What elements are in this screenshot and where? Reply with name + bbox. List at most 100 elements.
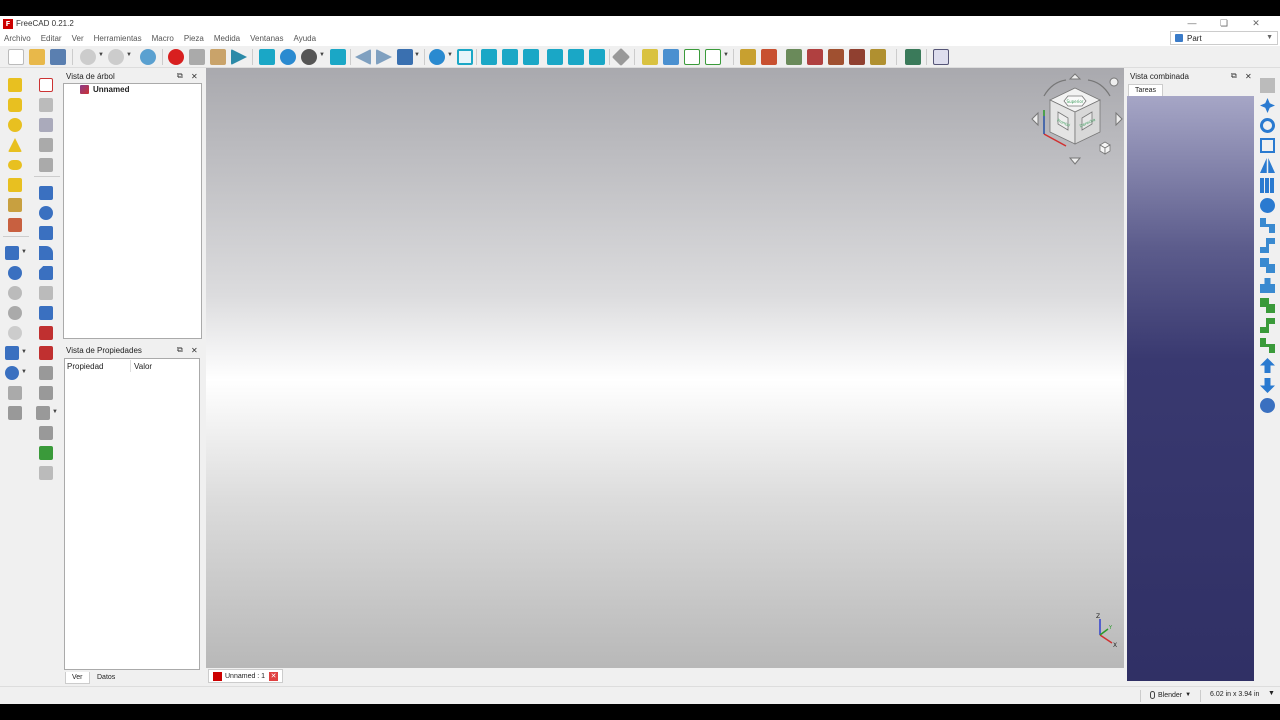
save-icon[interactable]: [50, 49, 66, 65]
link-tool-5-icon[interactable]: [1260, 298, 1275, 313]
undock-icon[interactable]: ⧉: [177, 71, 183, 81]
measure-toggle-all-icon[interactable]: [870, 49, 886, 65]
refine-shape-icon[interactable]: [39, 158, 53, 172]
close-panel-icon[interactable]: ✕: [191, 346, 198, 355]
menu-ayuda[interactable]: Ayuda: [294, 34, 317, 43]
property-column-header[interactable]: Propiedad: [67, 362, 103, 371]
cross-sections-icon[interactable]: [39, 386, 53, 400]
open-document-icon[interactable]: [29, 49, 45, 65]
chamfer-icon[interactable]: [39, 266, 53, 280]
link-dropdown-icon[interactable]: ▼: [414, 52, 420, 58]
move-up-icon[interactable]: [1260, 358, 1275, 373]
tab-tareas[interactable]: Tareas: [1128, 84, 1164, 96]
3d-viewport[interactable]: [206, 68, 1124, 668]
menu-editar[interactable]: Editar: [41, 34, 62, 43]
tube-icon[interactable]: [8, 178, 22, 192]
back-icon[interactable]: [355, 49, 371, 65]
join-dropdown-icon[interactable]: ▼: [21, 349, 27, 355]
bounding-box-icon[interactable]: [330, 49, 346, 65]
fillet-icon[interactable]: [39, 246, 53, 260]
box-selection-icon[interactable]: [1260, 78, 1275, 93]
join-features-icon[interactable]: [5, 346, 19, 360]
split-dropdown-icon[interactable]: ▼: [21, 369, 27, 375]
ruled-surface-icon[interactable]: [39, 306, 53, 320]
extrude-icon[interactable]: [39, 186, 53, 200]
undo-icon[interactable]: [80, 49, 96, 65]
tab-ver[interactable]: Ver: [65, 672, 90, 684]
upgrade-icon[interactable]: [1260, 398, 1275, 413]
create-part-icon[interactable]: [642, 49, 658, 65]
menu-herramientas[interactable]: Herramientas: [94, 34, 142, 43]
projection-on-surface-icon[interactable]: [39, 446, 53, 460]
polar-array-icon[interactable]: [1260, 198, 1275, 213]
measure-linear-icon[interactable]: [740, 49, 756, 65]
measure-toggle-delta-icon[interactable]: [849, 49, 865, 65]
edit-macro-icon[interactable]: [210, 49, 226, 65]
cone-icon[interactable]: [8, 138, 22, 152]
primitives-icon[interactable]: [8, 198, 22, 212]
boolean-icon[interactable]: [5, 246, 19, 260]
undo-dropdown-icon[interactable]: ▼: [98, 52, 104, 58]
bottom-view-icon[interactable]: [568, 49, 584, 65]
make-face-icon[interactable]: [39, 286, 53, 300]
close-panel-icon[interactable]: ✕: [1245, 72, 1252, 81]
create-group-icon[interactable]: [663, 49, 679, 65]
tree-item-document[interactable]: Unnamed: [80, 85, 129, 94]
array-icon[interactable]: [1260, 178, 1275, 193]
cylinder-icon[interactable]: [8, 98, 22, 112]
link-navigation-icon[interactable]: [397, 49, 413, 65]
record-macro-icon[interactable]: [168, 49, 184, 65]
zoom-icon[interactable]: [429, 49, 445, 65]
boolean-dropdown-icon[interactable]: ▼: [21, 249, 27, 255]
shape-builder-icon[interactable]: [8, 218, 22, 232]
scale-icon[interactable]: [1260, 138, 1275, 153]
whats-this-help-icon[interactable]: [933, 49, 949, 65]
rear-view-icon[interactable]: [547, 49, 563, 65]
front-view-icon[interactable]: [481, 49, 497, 65]
redo-icon[interactable]: [108, 49, 124, 65]
convert-to-solid-icon[interactable]: [39, 98, 53, 112]
link-tool-2-icon[interactable]: [1260, 238, 1275, 253]
units-calculator-icon[interactable]: [905, 49, 921, 65]
menu-ventanas[interactable]: Ventanas: [250, 34, 283, 43]
measure-angular-icon[interactable]: [761, 49, 777, 65]
top-view-icon[interactable]: [502, 49, 518, 65]
menu-ver[interactable]: Ver: [72, 34, 84, 43]
fit-selection-icon[interactable]: [280, 49, 296, 65]
torus-icon[interactable]: [8, 160, 22, 170]
status-menu-chevron-icon[interactable]: ▼: [1268, 690, 1275, 697]
navigation-style-selector[interactable]: Blender ▼: [1150, 691, 1191, 699]
draw-style-dropdown-icon[interactable]: ▼: [319, 52, 325, 58]
section-tool-icon[interactable]: [39, 366, 53, 380]
refresh-icon[interactable]: [140, 49, 156, 65]
color-per-face-icon[interactable]: [39, 466, 53, 480]
tab-datos[interactable]: Datos: [91, 672, 121, 684]
split-features-icon[interactable]: [5, 366, 19, 380]
make-link-icon[interactable]: [684, 49, 700, 65]
reverse-shapes-icon[interactable]: [39, 118, 53, 132]
redo-dropdown-icon[interactable]: ▼: [126, 52, 132, 58]
offset-tools-icon[interactable]: [36, 406, 50, 420]
zoom-dropdown-icon[interactable]: ▼: [447, 52, 453, 58]
run-macro-icon[interactable]: [231, 49, 247, 65]
mirror-icon[interactable]: [39, 226, 53, 240]
fuse-icon[interactable]: [8, 286, 22, 300]
draw-style-icon[interactable]: [301, 49, 317, 65]
stop-macro-icon[interactable]: [189, 49, 205, 65]
undock-icon[interactable]: ⧉: [177, 345, 183, 355]
close-panel-icon[interactable]: ✕: [191, 72, 198, 81]
minimize-icon[interactable]: —: [1176, 16, 1208, 31]
measure-refresh-icon[interactable]: [786, 49, 802, 65]
close-window-icon[interactable]: ✕: [1240, 16, 1272, 31]
menu-archivo[interactable]: Archivo: [4, 34, 31, 43]
check-geometry-icon[interactable]: [8, 406, 22, 420]
measure-clear-icon[interactable]: [807, 49, 823, 65]
forward-icon[interactable]: [376, 49, 392, 65]
menu-medida[interactable]: Medida: [214, 34, 240, 43]
offset-dropdown-icon[interactable]: ▼: [52, 409, 58, 415]
compound-tools-icon[interactable]: [8, 386, 22, 400]
fit-all-icon[interactable]: [259, 49, 275, 65]
mirror-tool-icon[interactable]: [1260, 158, 1275, 173]
right-view-icon[interactable]: [523, 49, 539, 65]
common-icon[interactable]: [8, 306, 22, 320]
